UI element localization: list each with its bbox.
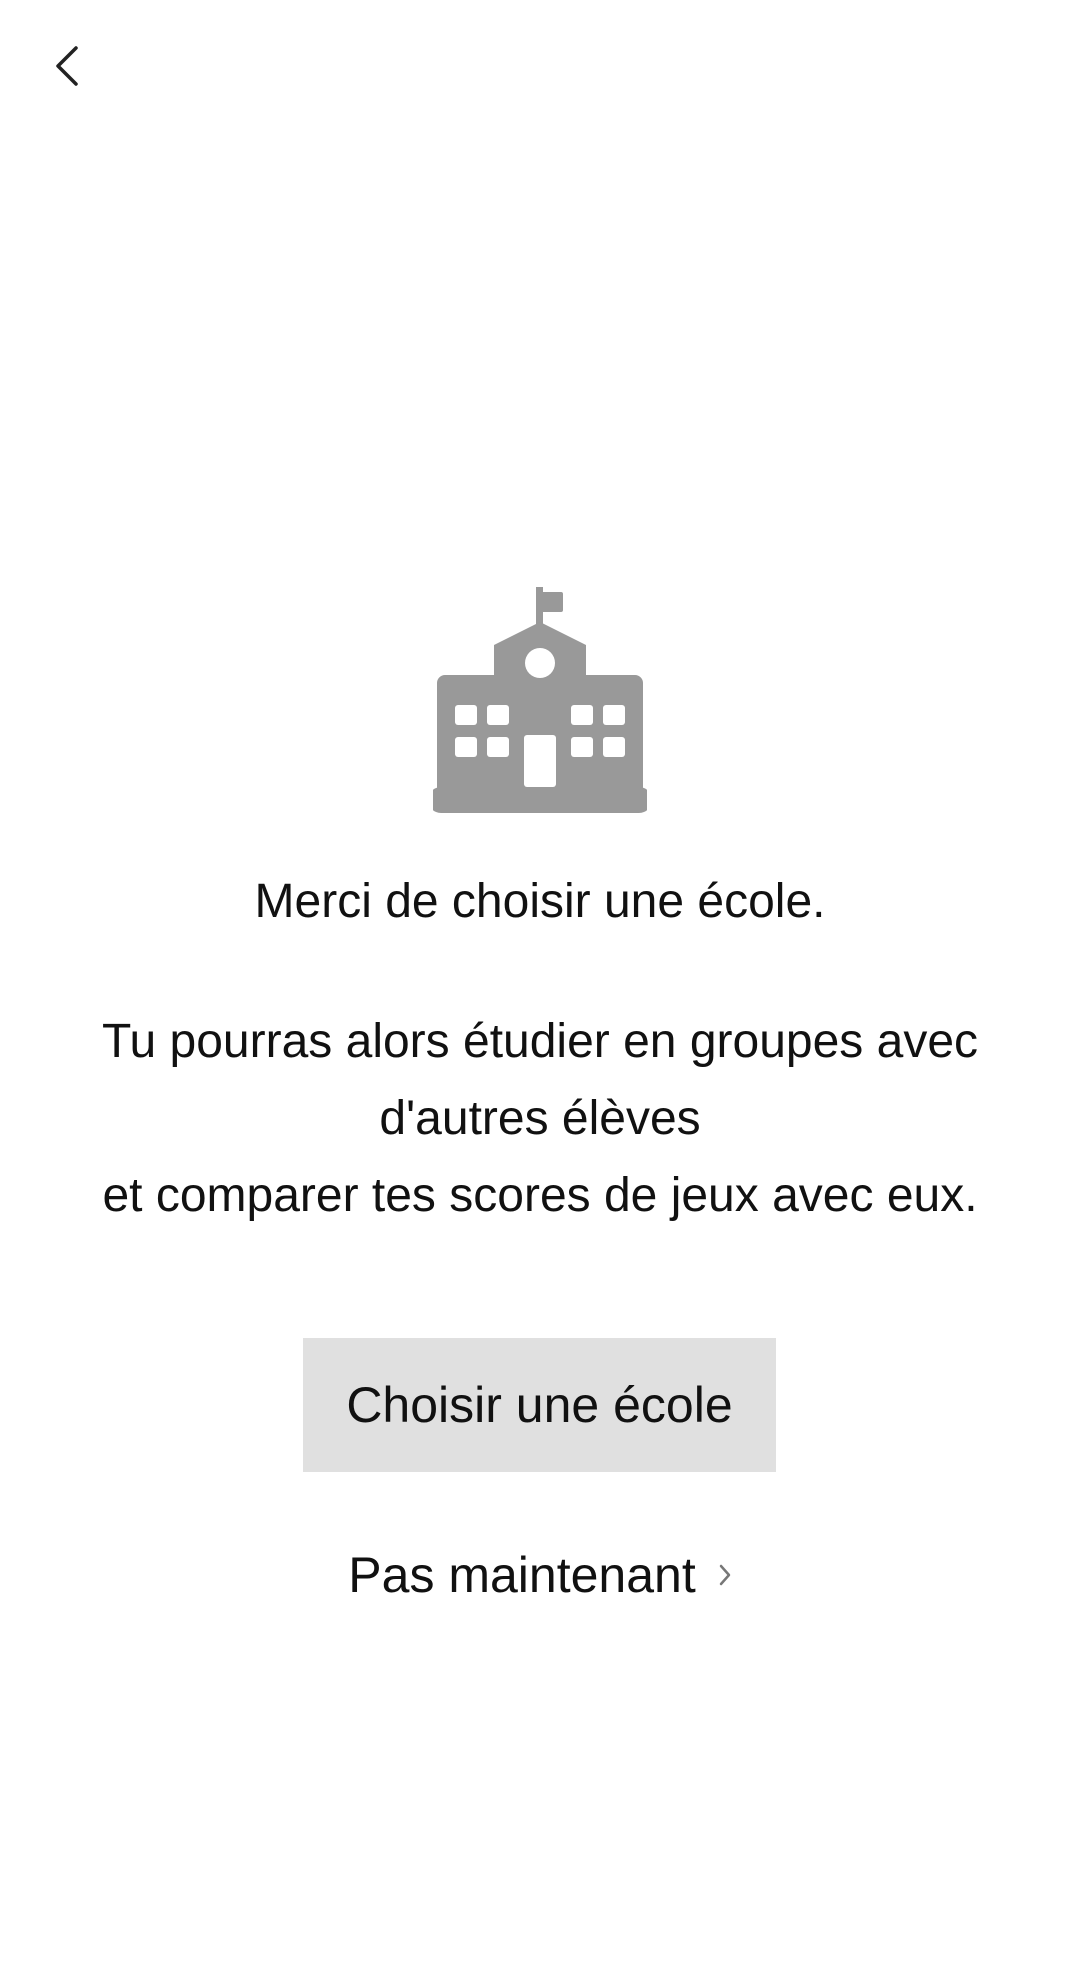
school-building-icon bbox=[433, 587, 647, 813]
choose-school-button[interactable]: Choisir une école bbox=[303, 1338, 776, 1472]
not-now-link[interactable]: Pas maintenant bbox=[0, 1540, 1080, 1610]
description-line: d'autres élèves bbox=[379, 1092, 701, 1145]
school-benefits-description: Tu pourras alors étudier en groupes avec… bbox=[40, 1003, 1040, 1234]
chevron-right-icon bbox=[718, 1563, 732, 1587]
back-button[interactable] bbox=[36, 36, 96, 96]
description-line: et comparer tes scores de jeux avec eux. bbox=[102, 1169, 978, 1222]
choose-school-prompt: Merci de choisir une école. bbox=[254, 875, 826, 928]
chevron-left-icon bbox=[56, 46, 78, 86]
description-line: Tu pourras alors étudier en groupes avec bbox=[101, 1015, 979, 1068]
not-now-label: Pas maintenant bbox=[348, 1547, 696, 1603]
